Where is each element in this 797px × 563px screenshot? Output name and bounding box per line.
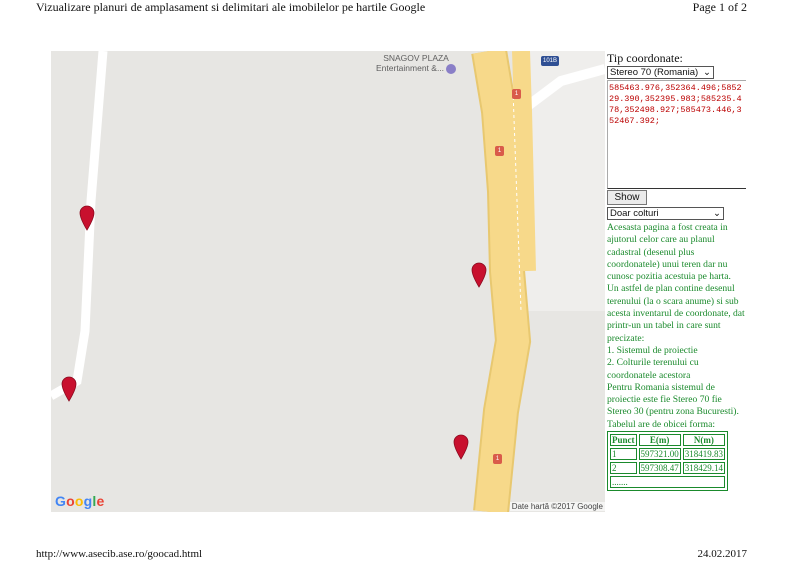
route-shield-icon: 1 [495,146,504,156]
map-canvas [51,51,605,512]
chevron-down-icon: ⌄ [703,67,711,78]
description-paragraph: Pentru Romania sistemul de proiectie est… [607,381,739,418]
route-shield-101b: 101B [541,56,560,66]
table-cell: 318419.83 [682,448,725,461]
table-row: 1 597321.00 318419.83 [610,448,725,461]
route-shield-icon: 1 [493,454,502,464]
control-panel: Tip coordonate: Stereo 70 (Romania) ⌄ 58… [607,51,747,492]
table-cell-ellipsis: ....... [610,476,725,489]
table-header: Punct [610,434,637,447]
footer-date: 24.02.2017 [697,548,748,560]
display-mode-select[interactable]: Doar colturi ⌄ [607,207,724,220]
table-row: 2 597308.47 318429.14 [610,462,725,475]
poi-snagov-plaza[interactable]: SNAGOV PLAZA Entertainment &... [376,53,457,74]
table-header-row: Punct E(m) N(m) [610,434,725,447]
description-paragraph: 2. Colturile terenului cu coordonatele a… [607,357,699,381]
page-header-title: Vizualizare planuri de amplasament si de… [36,0,426,14]
chevron-down-icon: ⌄ [713,208,721,219]
map-marker-icon[interactable] [79,205,95,231]
example-coordinates-table: Punct E(m) N(m) 1 597321.00 318419.83 2 … [607,431,728,492]
coordinates-textarea[interactable]: 585463.976,352364.496;585229.390,352395.… [607,80,746,189]
description-paragraph: Un astfel de plan contine desenul terenu… [607,283,745,344]
route-shield-icon: 1 [512,89,521,99]
coord-system-select[interactable]: Stereo 70 (Romania) ⌄ [607,66,714,79]
page-number: Page 1 of 2 [692,0,747,14]
map-data-credit[interactable]: Date hartă ©2017 Google [509,502,605,511]
coord-type-label: Tip coordonate: [607,51,683,65]
poi-name: SNAGOV PLAZA [383,53,449,63]
description-paragraph: Tabelul are de obicei forma: [607,418,716,430]
table-row: ....... [610,476,725,489]
show-button[interactable]: Show [607,190,647,205]
map-marker-icon[interactable] [453,434,469,460]
google-map[interactable]: SNAGOV PLAZA Entertainment &... 101B 1 1… [51,51,605,512]
google-logo[interactable]: Google [55,493,104,509]
coord-system-value: Stereo 70 (Romania) [610,67,699,78]
description-paragraph: Acesasta pagina a fost creata in ajutoru… [607,222,731,283]
map-marker-icon[interactable] [61,376,77,402]
table-cell: 2 [610,462,637,475]
table-header: E(m) [638,434,681,447]
table-header: N(m) [682,434,725,447]
table-cell: 318429.14 [682,462,725,475]
shopping-bag-icon [446,63,457,74]
description-paragraph: 1. Sistemul de proiectie [607,344,698,356]
table-cell: 597321.00 [638,448,681,461]
description-text: Acesasta pagina a fost creata in ajutoru… [607,222,747,431]
poi-subtitle: Entertainment &... [376,63,445,73]
display-mode-value: Doar colturi [610,208,659,219]
table-cell: 597308.47 [638,462,681,475]
footer-url: http://www.asecib.ase.ro/goocad.html [36,548,203,560]
map-marker-icon[interactable] [471,262,487,288]
table-cell: 1 [610,448,637,461]
